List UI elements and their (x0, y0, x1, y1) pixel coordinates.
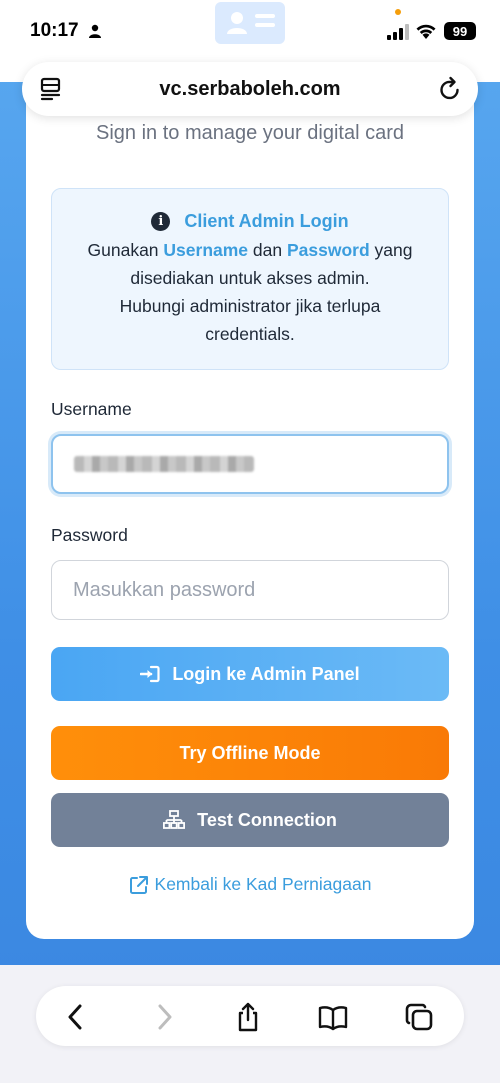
wifi-icon (416, 24, 436, 39)
info-line-3: Hubungi administrator jika terlupa (119, 296, 381, 316)
page-menu-icon[interactable] (40, 77, 62, 101)
reload-icon[interactable] (438, 76, 462, 102)
sign-in-icon (140, 665, 160, 683)
test-button-label: Test Connection (197, 809, 337, 830)
status-bar: 10:17 99 (0, 0, 500, 62)
info-body: Gunakan Username dan Password yang dised… (52, 236, 448, 348)
info-text: Gunakan (87, 240, 164, 260)
external-link-icon (129, 875, 148, 894)
username-label: Username (51, 399, 132, 419)
info-box: i Client Admin Login Gunakan Username da… (51, 188, 449, 370)
username-input[interactable] (51, 434, 449, 494)
forward-icon[interactable] (149, 1002, 179, 1032)
url-text: vc.serbaboleh.com (159, 77, 341, 100)
test-connection-button[interactable]: Test Connection (51, 793, 449, 847)
info-text: dan (248, 240, 287, 260)
login-button-label: Login ke Admin Panel (172, 663, 360, 684)
browser-bottom-area (0, 965, 500, 1083)
info-title: Client Admin Login (184, 211, 349, 231)
person-icon (89, 24, 101, 38)
offline-button-label: Try Offline Mode (179, 742, 321, 763)
login-card: Sign in to manage your digital card i Cl… (26, 82, 474, 939)
info-highlight-username: Username (163, 240, 249, 260)
password-input[interactable] (73, 578, 448, 602)
password-field[interactable] (51, 560, 449, 620)
info-highlight-password: Password (286, 240, 370, 260)
browser-toolbar (36, 986, 464, 1046)
battery-indicator: 99 (444, 22, 476, 40)
back-link-label: Kembali ke Kad Perniagaan (154, 874, 372, 894)
back-to-card-link[interactable]: Kembali ke Kad Perniagaan (26, 874, 474, 895)
info-icon: i (151, 212, 171, 231)
offline-mode-button[interactable]: Try Offline Mode (51, 726, 449, 780)
info-text: yang (369, 240, 413, 260)
network-icon (163, 810, 186, 829)
info-title-row: i Client Admin Login (52, 211, 448, 232)
status-time: 10:17 (30, 20, 79, 41)
password-label: Password (51, 525, 128, 545)
notch-id-card-icon (215, 2, 285, 44)
bookmarks-icon[interactable] (318, 1002, 348, 1032)
privacy-indicator-dot (395, 9, 401, 15)
back-icon[interactable] (61, 1002, 91, 1032)
info-line-4: credentials. (205, 324, 295, 344)
info-line-1: Gunakan Username dan Password yang (52, 236, 448, 264)
tabs-icon[interactable] (404, 1002, 434, 1032)
battery-level: 99 (452, 23, 468, 39)
info-line-2: disediakan untuk akses admin. (130, 268, 370, 288)
username-value-redacted (74, 456, 254, 472)
page-subtitle: Sign in to manage your digital card (96, 122, 404, 144)
cellular-signal-icon (387, 24, 409, 40)
address-bar[interactable]: vc.serbaboleh.com (22, 62, 478, 116)
login-button[interactable]: Login ke Admin Panel (51, 647, 449, 701)
share-icon[interactable] (233, 1002, 263, 1032)
